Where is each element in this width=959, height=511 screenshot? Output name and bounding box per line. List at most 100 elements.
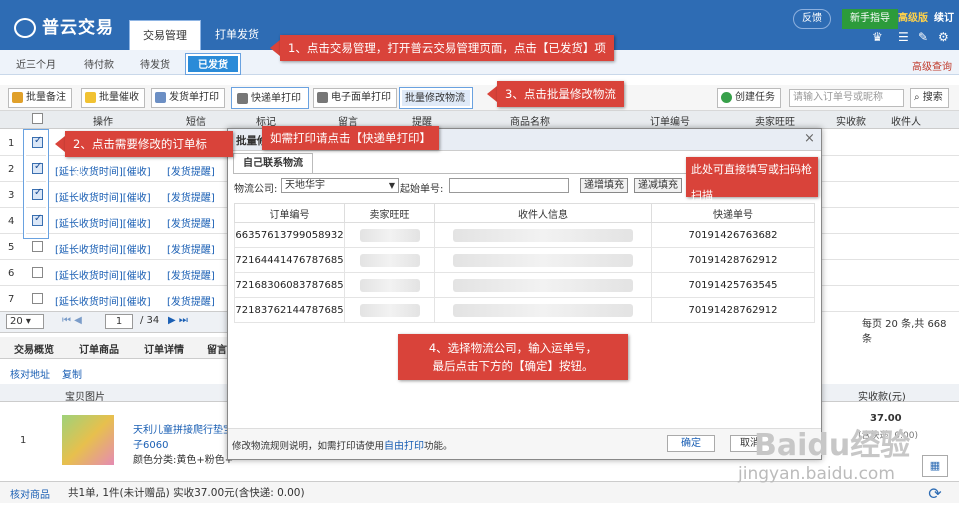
row-ship-remind-link[interactable]: [发货提醒] <box>167 267 215 282</box>
tab-print-ship[interactable]: 打单发货 <box>202 20 272 50</box>
decrement-fill-button[interactable]: 递减填充 <box>634 178 682 193</box>
row-checkbox[interactable] <box>32 293 43 304</box>
settings-icon[interactable]: ⚙ <box>938 30 949 44</box>
free-print-link[interactable]: 自由打印 <box>384 441 424 452</box>
receiver-blurred <box>434 297 652 323</box>
waybill-no[interactable]: 70191426763682 <box>651 222 815 248</box>
select-all-checkbox[interactable] <box>32 113 43 124</box>
pager-info: 每页 20 条,共 668 条 <box>862 319 947 345</box>
seller-blurred <box>344 247 435 273</box>
search-icon: ⌕ <box>914 92 923 103</box>
order-no: 72164441476787685 <box>234 247 345 273</box>
row-checkbox[interactable] <box>32 267 43 278</box>
crown-icon[interactable]: ♛ <box>872 30 883 44</box>
table-row-right <box>820 234 959 260</box>
tab-unpaid[interactable]: 待付款 <box>84 56 114 71</box>
page-total: / 34 <box>140 315 160 326</box>
advanced-query-link[interactable]: 高级查询 <box>912 58 952 73</box>
tab-shipped[interactable]: 已发货 <box>186 54 240 74</box>
row-ship-remind-link[interactable]: [发货提醒] <box>167 241 215 256</box>
row-checkbox[interactable] <box>32 241 43 252</box>
table-row-right <box>820 130 959 156</box>
edit-icon[interactable]: ✎ <box>918 30 928 44</box>
table-row-right <box>820 286 959 312</box>
table-row[interactable]: 6 [延长收货时间][催收] [发货提醒] <box>0 260 230 286</box>
tab-overview[interactable]: 交易概览 <box>14 341 54 356</box>
waybill-no[interactable]: 70191428762912 <box>651 297 815 323</box>
tab-order-detail[interactable]: 订单详情 <box>144 341 184 356</box>
renew-link[interactable]: 续订 <box>934 9 954 29</box>
th-receiver-info: 收件人信息 <box>434 203 652 223</box>
ship-print-button[interactable]: 发货单打印 <box>151 88 225 108</box>
callout-step-4: 4、选择物流公司，输入运单号， 最后点击下方的【确定】按钮。 <box>398 334 628 380</box>
pager-next-icon[interactable]: ▶ ⏭ <box>168 315 188 326</box>
express-print-button[interactable]: 快递单打印 <box>232 88 308 108</box>
row-actions-link[interactable]: [延长收货时间][催收] <box>55 215 151 230</box>
verify-address-link[interactable]: 核对地址 <box>10 366 50 381</box>
row-ship-remind-link[interactable]: [发货提醒] <box>167 189 215 204</box>
logistics-row: 72168306083787685 70191425763545 <box>234 272 815 298</box>
watermark-url: jingyan.baidu.com <box>738 464 895 484</box>
row-ship-remind-link[interactable]: [发货提醒] <box>167 215 215 230</box>
app-logo: 普云交易 <box>14 13 114 38</box>
th-seller: 卖家旺旺 <box>344 203 435 223</box>
row-actions-link[interactable]: [延长收货时间][催收] <box>55 189 151 204</box>
tab-last-3-months[interactable]: 近三个月 <box>16 56 56 71</box>
chevron-down-icon: ▼ <box>388 181 395 190</box>
row-ship-remind-link[interactable]: [发货提醒] <box>167 293 215 308</box>
table-row[interactable]: 7 [延长收货时间][催收] [发货提醒] <box>0 286 230 312</box>
row-ship-remind-link[interactable]: [发货提醒] <box>167 163 215 178</box>
copy-link[interactable]: 复制 <box>62 366 82 381</box>
row-actions-link[interactable]: [延长收货时间][催收] <box>55 293 151 308</box>
callout-1-arrow <box>270 40 280 56</box>
product-title-link[interactable]: 天利儿童拼接爬行垫宝 <box>133 421 233 436</box>
watermark-brand: Baidu经验 <box>754 428 911 463</box>
logistics-row: 72164441476787685 70191428762912 <box>234 247 815 273</box>
row-number: 3 <box>8 190 15 201</box>
guide-button[interactable]: 新手指导 <box>842 9 898 29</box>
th-order-no: 订单编号 <box>234 203 345 223</box>
tab-message[interactable]: 留言 <box>207 341 227 356</box>
dialog-close-icon[interactable]: × <box>804 131 815 146</box>
tab-trade-management[interactable]: 交易管理 <box>129 20 201 50</box>
product-code: 子6060 <box>133 440 169 451</box>
plus-icon <box>721 91 732 103</box>
increment-fill-button[interactable]: 递增填充 <box>580 178 628 193</box>
callout-step-3: 3、点击批量修改物流 <box>497 81 624 107</box>
pager-first-icon[interactable]: ⏮ ◀ <box>62 315 82 326</box>
th-waybill: 快递单号 <box>651 203 815 223</box>
cloud-logo-icon <box>14 18 36 38</box>
check-goods-link[interactable]: 核对商品 <box>10 486 50 501</box>
create-task-button[interactable]: 创建任务 <box>717 88 781 108</box>
waybill-no[interactable]: 70191428762912 <box>651 247 815 273</box>
batch-modify-logistics-button[interactable]: 批量修改物流 <box>400 88 472 108</box>
row-number: 7 <box>8 294 15 305</box>
row-actions-link[interactable]: [延长收货时间][催收] <box>55 241 151 256</box>
waybill-no[interactable]: 70191425763545 <box>651 272 815 298</box>
tab-order-goods[interactable]: 订单商品 <box>79 341 119 356</box>
row-actions-link[interactable]: [延长收货时间][催收] <box>55 163 151 178</box>
confirm-button[interactable]: 确定 <box>667 435 715 452</box>
product-variant: 颜色分类:黄色+粉色+ <box>133 455 234 466</box>
feedback-button[interactable]: 反馈 <box>793 9 831 29</box>
e-waybill-print-button[interactable]: 电子面单打印 <box>313 88 397 108</box>
callout-step-1: 1、点击交易管理，打开普云交易管理页面，点击【已发货】项 <box>280 35 614 61</box>
page-input[interactable]: 1 <box>105 314 133 329</box>
menu-icon[interactable]: ☰ <box>898 30 909 44</box>
batch-remark-button[interactable]: 批量备注 <box>8 88 72 108</box>
search-input[interactable]: 请输入订单号或昵称 <box>789 89 904 107</box>
printer-icon <box>237 92 248 104</box>
table-row-right <box>820 208 959 234</box>
tab-to-ship[interactable]: 待发货 <box>140 56 170 71</box>
start-no-input[interactable] <box>449 178 569 193</box>
item-number: 1 <box>20 435 27 446</box>
page-size-select[interactable]: 20 ▾ <box>6 314 44 329</box>
footer-note: 修改物流规则说明，如需打印请使用自由打印功能。 <box>232 441 453 452</box>
row-actions-link[interactable]: [延长收货时间][催收] <box>55 267 151 282</box>
baidu-watermark: Baidu经验 jingyan.baidu.com <box>720 420 950 500</box>
receiver-blurred <box>434 247 652 273</box>
logistics-company-select[interactable]: 天地华宇 ▼ <box>281 178 399 193</box>
batch-remind-button[interactable]: 批量催收 <box>81 88 145 108</box>
search-button[interactable]: ⌕ 搜索 <box>910 88 949 108</box>
tab-self-logistics[interactable]: 自己联系物流 <box>233 153 313 174</box>
